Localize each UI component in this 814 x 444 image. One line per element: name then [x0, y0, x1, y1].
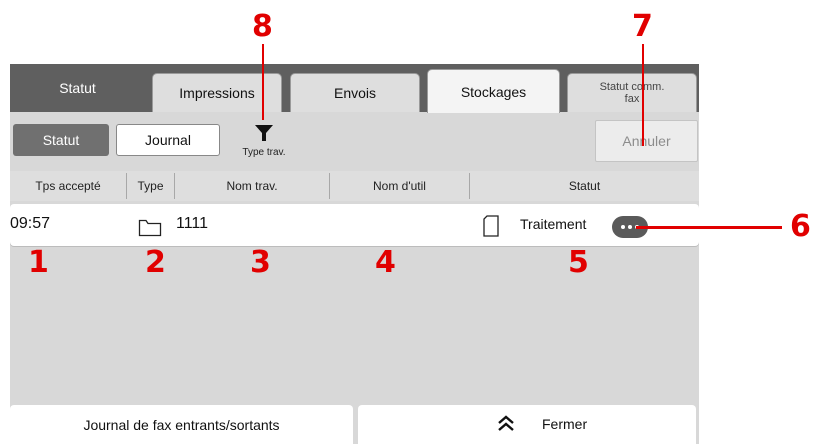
cancel-button[interactable]: Annuler: [595, 120, 698, 162]
job-type-filter-button[interactable]: Type trav.: [236, 120, 292, 162]
callout-4: 4: [375, 245, 396, 280]
tab-storages-label: Stockages: [460, 83, 527, 100]
fax-log-button[interactable]: Journal de fax entrants/sortants: [10, 405, 353, 444]
col-user-name: Nom d'util: [373, 179, 426, 193]
row-job-name: 1111: [176, 215, 209, 232]
tab-prints-label: Impressions: [179, 85, 255, 101]
callout-1: 1: [28, 245, 49, 280]
status-view-button[interactable]: Statut: [13, 124, 109, 156]
more-dot-icon: [628, 225, 632, 229]
job-type-filter-label: Type trav.: [242, 147, 286, 158]
tab-storages[interactable]: Stockages: [427, 69, 560, 113]
tab-status[interactable]: Statut: [10, 64, 145, 112]
callout-7-line: [642, 44, 644, 146]
table-row[interactable]: [10, 204, 699, 246]
document-icon: [483, 215, 499, 237]
tab-fax-comm-status[interactable]: Statut comm. fax: [567, 73, 697, 112]
callout-6-line: [636, 226, 782, 229]
status-view-label: Statut: [42, 132, 80, 148]
callout-5: 5: [568, 245, 589, 280]
journal-button[interactable]: Journal: [116, 124, 220, 156]
double-chevron-up-icon: [498, 415, 514, 431]
tab-fax-comm-line2: fax: [624, 93, 640, 105]
tab-sends-label: Envois: [333, 85, 377, 101]
col-type: Type: [137, 179, 164, 193]
callout-3: 3: [250, 245, 271, 280]
close-button[interactable]: Fermer: [358, 405, 696, 444]
cancel-label: Annuler: [622, 133, 671, 149]
fax-log-label: Journal de fax entrants/sortants: [83, 416, 280, 433]
col-status: Statut: [568, 179, 601, 193]
callout-8-line: [262, 44, 264, 120]
callout-8: 8: [252, 9, 273, 44]
callout-2: 2: [145, 245, 166, 280]
close-label: Fermer: [542, 416, 588, 432]
more-dot-icon: [621, 225, 625, 229]
callout-6: 6: [790, 209, 811, 244]
journal-label: Journal: [145, 132, 191, 148]
col-accepted-time: Tps accepté: [35, 179, 101, 193]
tab-sends[interactable]: Envois: [290, 73, 420, 112]
folder-icon: [138, 219, 162, 237]
tab-fax-comm-line1: Statut comm.: [599, 81, 665, 93]
col-job-name: Nom trav.: [226, 179, 278, 193]
callout-7: 7: [632, 9, 653, 44]
row-status: Traitement: [520, 216, 587, 232]
filter-icon: [255, 125, 273, 141]
row-accepted-time: 09:57: [10, 215, 51, 232]
